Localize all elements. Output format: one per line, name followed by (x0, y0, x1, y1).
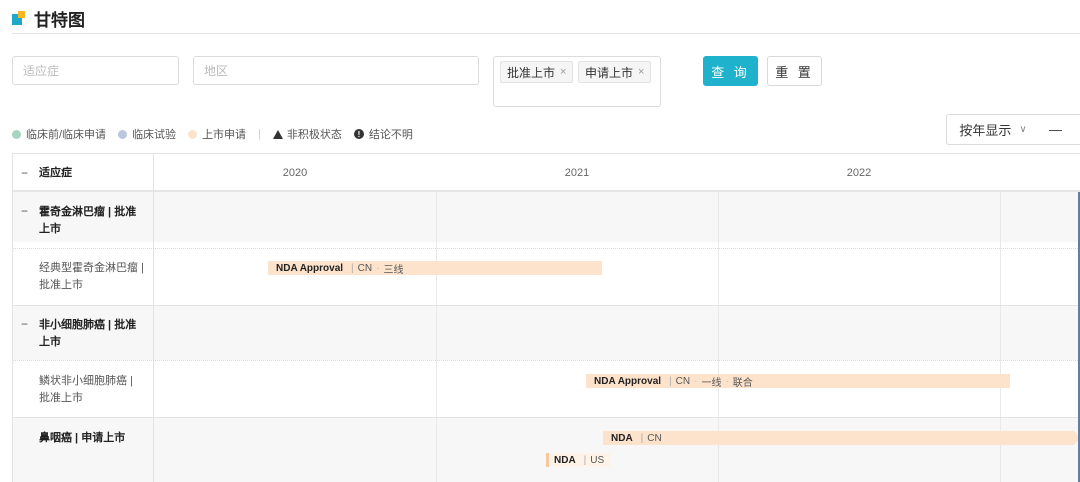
group-header-bg (13, 192, 1080, 242)
triangle-icon (272, 129, 283, 139)
bar-type: NDA (611, 432, 633, 444)
group-label: 霍奇金淋巴瘤 | 批准上市 (39, 206, 137, 235)
legend-item-clinical: 临床试验 (118, 126, 176, 142)
indication-label: 鳞状非小细胞肺癌 | 批准上市 (39, 375, 133, 404)
exclamation-icon: ! (353, 129, 364, 139)
row-divider (13, 360, 1080, 361)
app-logo-icon (12, 11, 26, 25)
zoom-control[interactable]: — (1039, 114, 1080, 145)
legend-item-preclinical: 临床前/临床申请 (12, 126, 106, 142)
status-tag-label: 申请上市 (585, 65, 634, 80)
view-mode-label: 按年显示 (959, 123, 1012, 138)
bar-extra: 联合 (732, 377, 753, 389)
view-mode-select[interactable]: 按年显示 ∨ (946, 114, 1040, 145)
status-tag-applied: 申请上市 × (578, 61, 652, 83)
event-marker (546, 453, 549, 467)
query-button[interactable]: 查 询 (703, 56, 758, 86)
region-input[interactable] (193, 56, 479, 85)
group-header-bg (13, 305, 1080, 360)
bar-dot: · (376, 262, 380, 274)
bar-region: CN (647, 432, 662, 444)
gantt-bar[interactable]: NDA | CN (603, 431, 1074, 445)
status-tag-label: 批准上市 (507, 65, 556, 80)
reset-button[interactable]: 重 置 (767, 56, 822, 86)
gantt-bar[interactable]: NDA Approval | CN · 一线 · 联合 (586, 374, 1010, 388)
bar-separator: | (640, 432, 644, 444)
legend-item-market: 上市申请 (188, 126, 246, 142)
group-divider (13, 417, 1080, 418)
bar-separator: | (583, 454, 587, 466)
status-tag-approved: 批准上市 × (500, 61, 574, 83)
bar-dot: · (725, 375, 729, 387)
year-header: 2020 (282, 167, 308, 179)
zoom-out-button[interactable]: — (1049, 122, 1062, 137)
gantt-bar[interactable]: NDA Approval | CN · 三线 (268, 261, 602, 275)
bar-line: 一线 (701, 377, 722, 389)
legend-label: 临床前/临床申请 (26, 129, 107, 141)
bar-dot: · (694, 375, 698, 387)
year-header: 2021 (564, 167, 590, 179)
indication-label: 经典型霍奇金淋巴瘤 | 批准上市 (39, 262, 144, 291)
row-divider (13, 248, 1080, 249)
bar-separator: | (351, 262, 354, 274)
bar-type: NDA (554, 454, 576, 466)
bar-separator: | (669, 375, 672, 387)
tag-close-icon[interactable]: × (638, 66, 644, 78)
tag-close-icon[interactable]: × (560, 66, 566, 78)
legend-item-unclear: ! 结论不明 (353, 126, 413, 142)
legend-label: 临床试验 (132, 129, 177, 141)
legend-dot-icon (12, 129, 21, 139)
bar-region: CN (675, 375, 691, 387)
bar-type: NDA Approval (594, 375, 662, 387)
page-header: 甘特图 (12, 6, 85, 30)
legend-label: 非积极状态 (286, 129, 342, 141)
legend-dot-icon (118, 129, 128, 139)
chevron-down-icon: ∨ (1019, 124, 1027, 135)
year-divider (436, 154, 437, 482)
bar-region: CN (357, 262, 373, 274)
indication-input[interactable] (12, 56, 179, 85)
page-title: 甘特图 (34, 10, 85, 30)
status-select[interactable]: 批准上市 × 申请上市 × (493, 56, 661, 107)
gantt-header: − 适应症 2020 2021 2022 (13, 154, 1080, 192)
bar-type: NDA Approval (276, 262, 344, 274)
legend-label: 上市申请 (202, 129, 247, 141)
gantt-bar[interactable]: NDA | US (550, 453, 610, 467)
group-divider (13, 305, 1080, 306)
bar-line: 三线 (383, 264, 404, 276)
gantt-chart: − 适应症 2020 2021 2022 − 霍奇金淋巴瘤 | 批准上市 经典型… (12, 153, 1080, 482)
legend: 临床前/临床申请 临床试验 上市申请 | 非积极状态 ! 结论不明 (12, 126, 425, 142)
header-divider (12, 33, 1080, 34)
legend-separator: | (258, 128, 261, 140)
legend-label: 结论不明 (368, 129, 413, 141)
group-label: 非小细胞肺癌 | 批准上市 (39, 319, 137, 348)
bar-region: US (590, 454, 605, 466)
legend-item-inactive: 非积极状态 (272, 126, 342, 142)
group-header-bg (13, 417, 1080, 482)
legend-dot-icon (188, 129, 198, 139)
year-header: 2022 (846, 167, 872, 179)
group-label: 鼻咽癌 | 申请上市 (39, 432, 126, 444)
